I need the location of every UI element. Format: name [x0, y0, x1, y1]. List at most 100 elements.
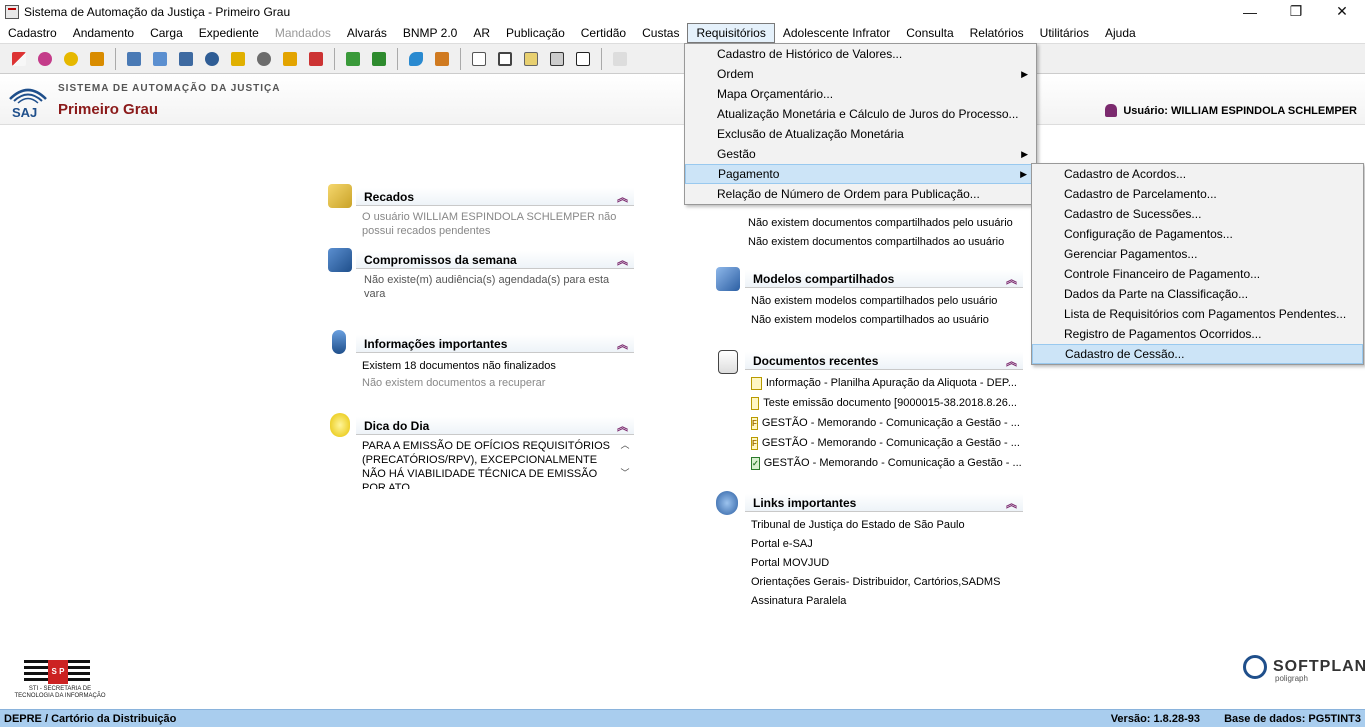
sign-document-icon[interactable] [572, 48, 594, 70]
list-item[interactable]: Informação - Planilha Apuração da Aliquo… [751, 373, 1017, 393]
copy-document-icon[interactable] [494, 48, 516, 70]
menu-carga[interactable]: Carga [142, 23, 191, 43]
add-process-icon[interactable] [149, 48, 171, 70]
disabled-tool-icon [609, 48, 631, 70]
add-green-icon[interactable] [368, 48, 390, 70]
menu-item-configuracao-pagamentos[interactable]: Configuração de Pagamentos... [1032, 224, 1363, 244]
menu-item-dados-parte[interactable]: Dados da Parte na Classificação... [1032, 284, 1363, 304]
menu-requisitorios[interactable]: Requisitórios [687, 23, 775, 43]
compromissos-header[interactable]: Compromissos da semana ︽ [356, 251, 634, 269]
links-panel: Links importantes ︽ Tribunal de Justiça d… [745, 494, 1023, 615]
flag-icon[interactable] [8, 48, 30, 70]
menu-item-atualizacao-monetaria[interactable]: Atualização Monetária e Cálculo de Juros… [685, 104, 1036, 124]
close-button[interactable]: ✕ [1319, 0, 1365, 23]
informacoes-header[interactable]: Informações importantes ︽ [356, 335, 634, 353]
modelos-header[interactable]: Modelos compartilhados ︽ [745, 270, 1023, 288]
collapse-icon[interactable]: ︽ [617, 189, 628, 205]
links-header[interactable]: Links importantes ︽ [745, 494, 1023, 512]
menu-item-cadastro-sucessoes[interactable]: Cadastro de Sucessões... [1032, 204, 1363, 224]
app-header: SAJ SISTEMA DE AUTOMAÇÃO DA JUSTIÇA Prim… [0, 75, 1365, 125]
doc-shared-to-user: Não existem documentos compartilhados ao… [748, 236, 1005, 248]
eraser-icon[interactable] [405, 48, 427, 70]
forward-icon[interactable] [342, 48, 364, 70]
menu-item-registro-pagamentos[interactable]: Registro de Pagamentos Ocorridos... [1032, 324, 1363, 344]
menu-ar[interactable]: AR [465, 23, 498, 43]
menu-item-gestao[interactable]: Gestão ▶ [685, 144, 1036, 164]
network-icon[interactable] [86, 48, 108, 70]
menu-alvaras[interactable]: Alvarás [339, 23, 395, 43]
collapse-icon[interactable]: ︽ [617, 336, 628, 352]
edit-icon[interactable] [227, 48, 249, 70]
menu-custas[interactable]: Custas [634, 23, 687, 43]
search-process-icon[interactable] [175, 48, 197, 70]
modelos-body: Não existem modelos compartilhados pelo … [745, 288, 1023, 334]
add-document-icon[interactable] [123, 48, 145, 70]
link-tjsp[interactable]: Tribunal de Justiça do Estado de São Pau… [751, 516, 1017, 535]
menu-utilitarios[interactable]: Utilitários [1032, 23, 1097, 43]
list-item[interactable]: Teste emissão documento [9000015-38.2018… [751, 393, 1017, 413]
document-label[interactable]: Teste emissão documento [9000015-38.2018… [763, 396, 1017, 410]
tag-icon[interactable] [34, 48, 56, 70]
menu-item-mapa-orcamentario[interactable]: Mapa Orçamentário... [685, 84, 1036, 104]
link-portal-movjud[interactable]: Portal MOVJUD [751, 554, 1017, 573]
menu-item-ordem[interactable]: Ordem ▶ [685, 64, 1036, 84]
document-label[interactable]: GESTÃO - Memorando - Comunicação a Gestã… [764, 456, 1022, 470]
search-icon[interactable] [201, 48, 223, 70]
menu-publicacao[interactable]: Publicação [498, 23, 573, 43]
text-tool-icon[interactable] [546, 48, 568, 70]
table-icon[interactable] [305, 48, 327, 70]
collapse-icon[interactable]: ︽ [1006, 495, 1017, 511]
menu-expediente[interactable]: Expediente [191, 23, 267, 43]
menu-cadastro[interactable]: Cadastro [0, 23, 65, 43]
menu-item-gerenciar-pagamentos[interactable]: Gerenciar Pagamentos... [1032, 244, 1363, 264]
module-name: Primeiro Grau [58, 101, 159, 118]
menu-ajuda[interactable]: Ajuda [1097, 23, 1144, 43]
scroll-down-icon[interactable]: ﹀ [618, 465, 632, 481]
menu-bnmp[interactable]: BNMP 2.0 [395, 23, 465, 43]
menu-item-relacao-numero-ordem[interactable]: Relação de Número de Ordem para Publicaç… [685, 184, 1036, 204]
minimize-button[interactable]: — [1227, 0, 1273, 23]
informacoes-line1[interactable]: Existem 18 documentos não finalizados [362, 357, 628, 376]
document-label[interactable]: GESTÃO - Memorando - Comunicação a Gestã… [762, 416, 1020, 430]
menu-item-historico-valores[interactable]: Cadastro de Histórico de Valores... [685, 44, 1036, 64]
search-people-icon[interactable] [253, 48, 275, 70]
dica-header[interactable]: Dica do Dia ︽ [356, 417, 634, 435]
links-title: Links importantes [753, 495, 857, 510]
menu-item-cadastro-cessao[interactable]: Cadastro de Cessão... [1032, 344, 1363, 364]
menu-item-exclusao-atualizacao[interactable]: Exclusão de Atualização Monetária [685, 124, 1036, 144]
link-orientacoes-gerais[interactable]: Orientações Gerais- Distribuidor, Cartór… [751, 573, 1017, 592]
menu-item-controle-financeiro[interactable]: Controle Financeiro de Pagamento... [1032, 264, 1363, 284]
menu-item-cadastro-acordos[interactable]: Cadastro de Acordos... [1032, 164, 1363, 184]
menu-andamento[interactable]: Andamento [65, 23, 142, 43]
link-portal-esaj[interactable]: Portal e-SAJ [751, 535, 1017, 554]
menu-item-pagamento[interactable]: Pagamento ▶ [685, 164, 1036, 184]
menu-consulta[interactable]: Consulta [898, 23, 961, 43]
tag-yellow-icon[interactable] [60, 48, 82, 70]
user-label: Usuário: WILLIAM ESPINDOLA SCHLEMPER [1123, 104, 1357, 117]
menu-adolescente-infrator[interactable]: Adolescente Infrator [775, 23, 898, 43]
document-label[interactable]: GESTÃO - Memorando - Comunicação a Gestã… [762, 436, 1020, 450]
collapse-icon[interactable]: ︽ [1006, 271, 1017, 287]
list-item[interactable]: ✓ GESTÃO - Memorando - Comunicação a Gest… [751, 453, 1022, 473]
link-assinatura-paralela[interactable]: Assinatura Paralela [751, 592, 1017, 611]
new-document-icon[interactable] [468, 48, 490, 70]
recados-header[interactable]: Recados ︽ [356, 188, 634, 206]
collapse-icon[interactable]: ︽ [617, 418, 628, 434]
people-icon[interactable] [431, 48, 453, 70]
folder-icon[interactable] [279, 48, 301, 70]
documentos-recentes-title: Documentos recentes [753, 353, 879, 368]
list-item[interactable]: F GESTÃO - Memorando - Comunicação a Gest… [751, 413, 1020, 433]
list-item[interactable]: F GESTÃO - Memorando - Comunicação a Gest… [751, 433, 1020, 453]
scroll-up-icon[interactable]: ︿ [618, 437, 632, 453]
menu-item-lista-requisitorios-pendentes[interactable]: Lista de Requisitórios com Pagamentos Pe… [1032, 304, 1363, 324]
maximize-button[interactable]: ❐ [1273, 0, 1319, 23]
collapse-icon[interactable]: ︽ [1006, 353, 1017, 369]
menu-certidao[interactable]: Certidão [573, 23, 634, 43]
documentos-recentes-header[interactable]: Documentos recentes ︽ [745, 352, 1023, 370]
menu-relatorios[interactable]: Relatórios [962, 23, 1032, 43]
document-label[interactable]: Informação - Planilha Apuração da Aliquo… [766, 376, 1017, 390]
collapse-icon[interactable]: ︽ [617, 252, 628, 268]
find-document-icon[interactable] [520, 48, 542, 70]
dica-scrollbar[interactable]: ︿ ﹀ [618, 437, 632, 481]
menu-item-cadastro-parcelamento[interactable]: Cadastro de Parcelamento... [1032, 184, 1363, 204]
